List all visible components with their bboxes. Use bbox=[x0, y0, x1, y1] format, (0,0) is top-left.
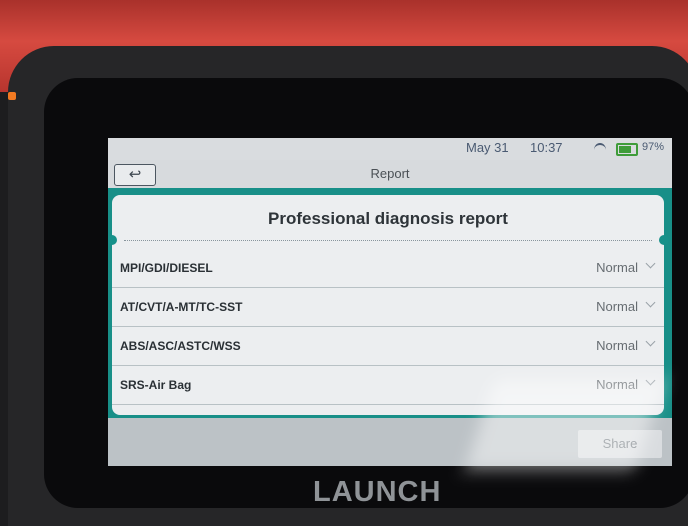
right-notch bbox=[659, 235, 669, 245]
wifi-icon bbox=[594, 143, 606, 157]
report-title: Professional diagnosis report bbox=[268, 209, 508, 228]
battery-icon bbox=[616, 143, 638, 156]
dotted-divider bbox=[124, 240, 652, 241]
chevron-down-icon[interactable] bbox=[645, 297, 656, 308]
status-date: May 31 bbox=[466, 140, 509, 155]
report-row-label: ABS/ASC/ASTC/WSS bbox=[120, 339, 241, 353]
screen-glare bbox=[465, 380, 665, 470]
chevron-down-icon[interactable] bbox=[645, 258, 656, 269]
launch-logo: LAUNCH bbox=[313, 476, 442, 508]
report-row-mpi[interactable]: MPI/GDI/DIESEL Normal bbox=[112, 249, 664, 288]
report-row-label: SRS-Air Bag bbox=[120, 378, 192, 392]
chevron-down-icon[interactable] bbox=[645, 336, 656, 347]
status-led bbox=[8, 92, 16, 100]
report-row-abs[interactable]: ABS/ASC/ASTC/WSS Normal bbox=[112, 327, 664, 366]
status-bar: May 31 10:37 97% bbox=[108, 138, 672, 160]
report-row-label: AT/CVT/A-MT/TC-SST bbox=[120, 300, 243, 314]
page-title: Report bbox=[370, 166, 410, 181]
title-bar: ↩ Report bbox=[108, 160, 672, 189]
report-row-value: Normal bbox=[596, 338, 638, 353]
left-notch bbox=[108, 235, 117, 245]
status-time: 10:37 bbox=[530, 140, 563, 155]
report-row-label: MPI/GDI/DIESEL bbox=[120, 261, 213, 275]
report-row-at[interactable]: AT/CVT/A-MT/TC-SST Normal bbox=[112, 288, 664, 327]
battery-percentage: 97% bbox=[642, 141, 665, 153]
report-row-value: Normal bbox=[596, 260, 638, 275]
report-row-value: Normal bbox=[596, 299, 638, 314]
